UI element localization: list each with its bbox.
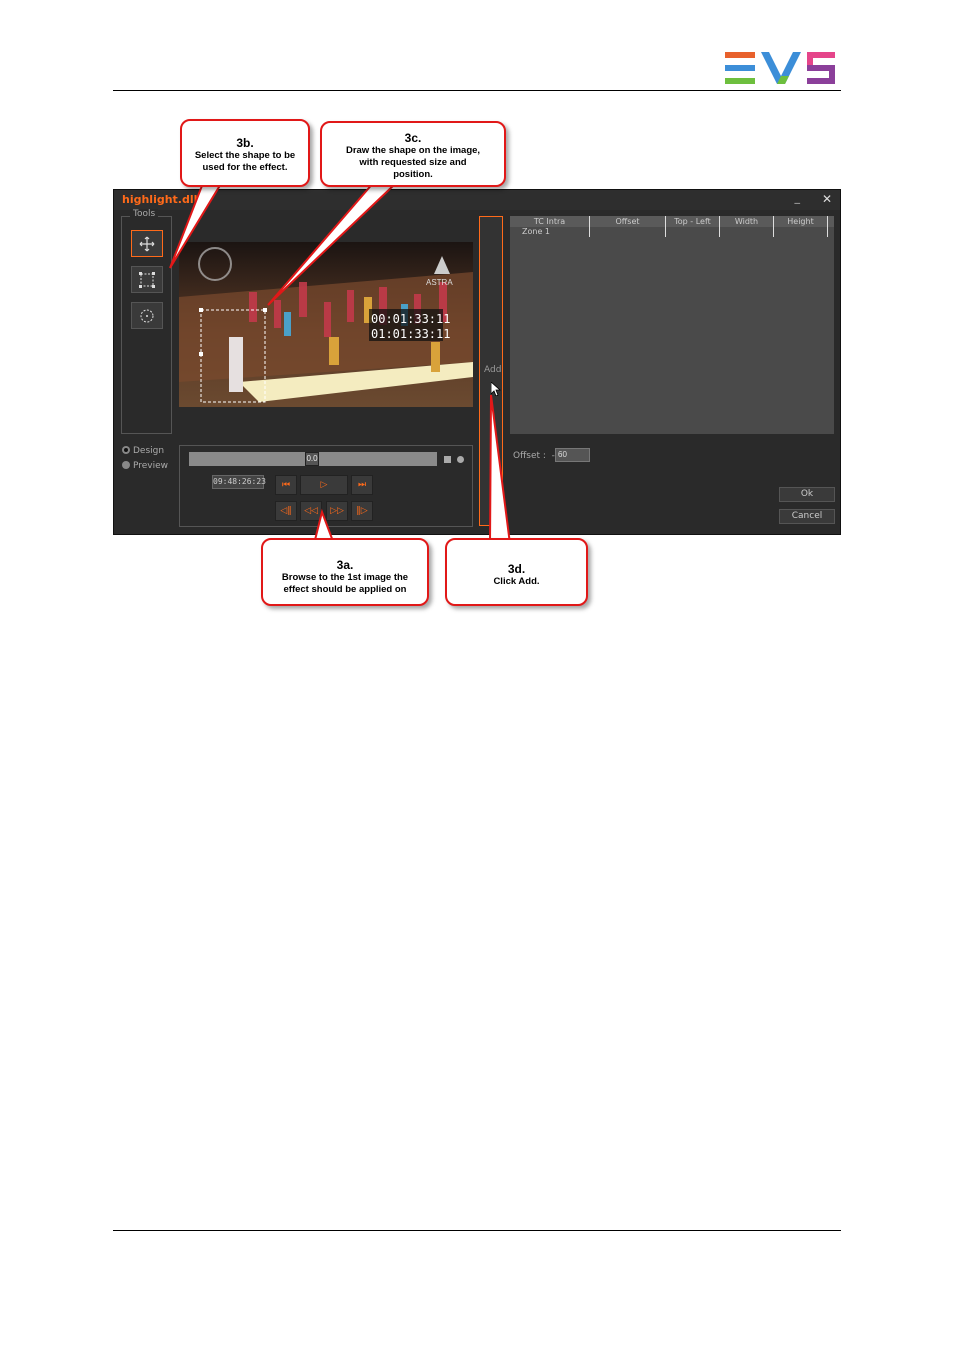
callout-3c-text: Draw the shape on the image, with reques…	[345, 145, 481, 180]
callout-3b-text: Select the shape to be used for the effe…	[194, 150, 296, 173]
callout-3b: 3b. Select the shape to be used for the …	[180, 119, 310, 187]
callout-3d-step: 3d.	[507, 562, 526, 576]
callout-3c-step: 3c.	[404, 131, 422, 145]
callout-3a-text: Browse to the 1st image the effect shoul…	[281, 572, 409, 595]
callout-3a: 3a. Browse to the 1st image the effect s…	[261, 538, 429, 606]
callout-3b-step: 3b.	[236, 136, 254, 150]
callout-3a-step: 3a.	[336, 558, 354, 572]
callout-3c: 3c. Draw the shape on the image, with re…	[320, 121, 506, 187]
callout-3d-text: Click Add.	[493, 576, 540, 587]
callout-pointers	[169, 176, 512, 545]
callout-3d: 3d. Click Add.	[445, 538, 588, 606]
